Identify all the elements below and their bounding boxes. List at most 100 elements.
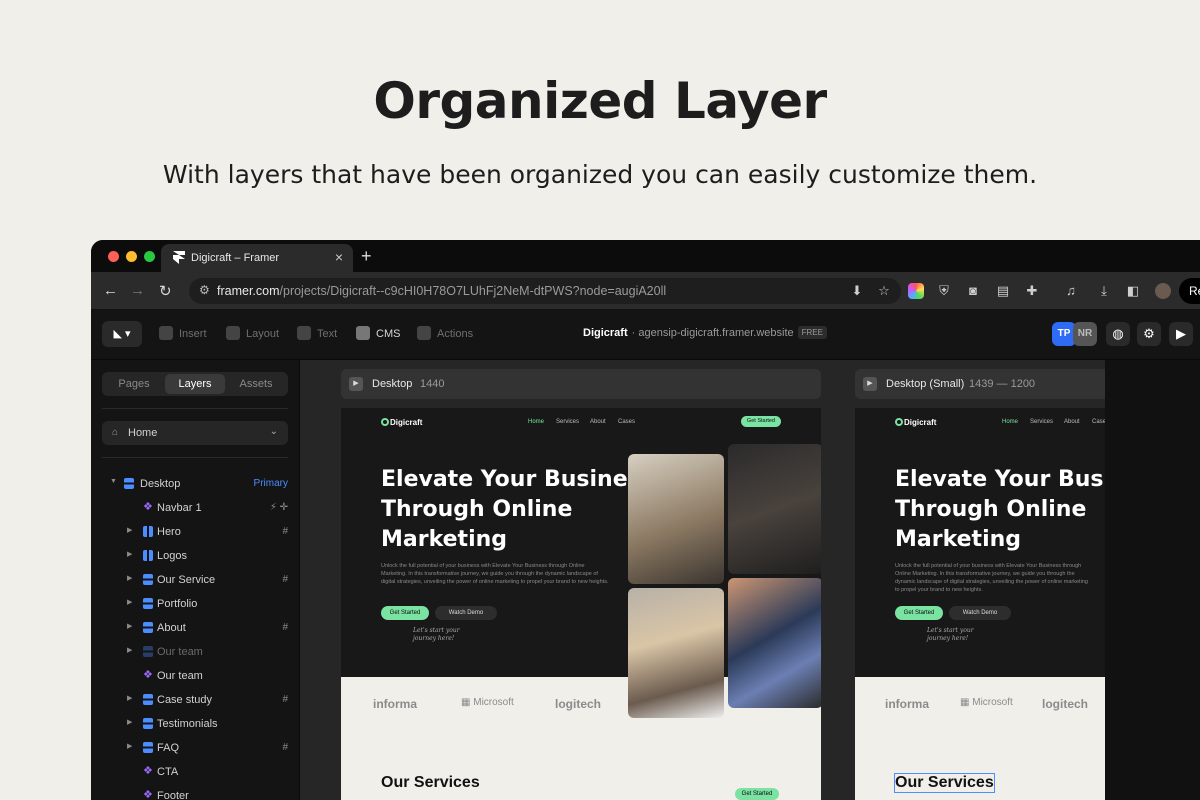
layer-our-team-hidden[interactable]: ▶ Our team (91, 641, 300, 663)
properties-panel (1105, 360, 1200, 800)
layer-navbar[interactable]: ❖ Navbar 1 ⚡ ✛ (91, 497, 300, 519)
layer-faq[interactable]: ▶ FAQ # (91, 737, 300, 759)
downloads-icon[interactable]: ⤓ (1096, 283, 1112, 299)
expand-arrow-icon[interactable]: ▶ (127, 646, 132, 654)
globe-icon[interactable]: ◍ (1106, 322, 1130, 346)
layer-about[interactable]: ▶ About # (91, 617, 300, 639)
color-picker-extension-icon[interactable] (908, 283, 924, 299)
site-watch-demo-button[interactable]: Watch Demo (949, 606, 1011, 620)
close-window-button[interactable] (108, 251, 119, 262)
site-nav-about[interactable]: About (1064, 419, 1080, 425)
site-handwritten-note: Let's start your journey here! (413, 627, 460, 642)
forward-arrow-icon[interactable]: → (130, 282, 145, 299)
install-app-icon[interactable]: ⬇ (849, 283, 865, 299)
brand-logo-microsoft: ▦ Microsoft (960, 697, 1013, 708)
frame-desktop-small[interactable]: Digicraft Home Services About Cases Elev… (855, 408, 1105, 800)
expand-arrow-icon[interactable]: ▶ (127, 598, 132, 606)
cms-button[interactable]: CMS (356, 326, 400, 340)
user-avatar-icon[interactable] (1155, 283, 1171, 299)
collaborator-avatar[interactable]: NR (1073, 322, 1097, 346)
site-nav-about[interactable]: About (590, 419, 606, 425)
frame-label-desktop[interactable]: ▶ Desktop 1440 (341, 369, 821, 399)
preview-play-icon[interactable]: ▶ (349, 377, 363, 391)
primary-breakpoint-badge: Primary (253, 478, 288, 489)
page-select[interactable]: ⌂ Home ⌄ (102, 421, 288, 445)
design-canvas[interactable]: ▶ Desktop 1440 ▶ Desktop (Small) 1439 — … (300, 360, 1115, 800)
new-tab-button[interactable]: + (361, 246, 372, 267)
site-watch-demo-button[interactable]: Watch Demo (435, 606, 497, 620)
site-nav-services[interactable]: Services (556, 419, 579, 425)
site-nav-home[interactable]: Home (528, 419, 544, 425)
tab-assets[interactable]: Assets (226, 374, 286, 394)
site-nav-home[interactable]: Home (1002, 419, 1018, 425)
layer-case-study[interactable]: ▶ Case study # (91, 689, 300, 711)
maximize-window-button[interactable] (144, 251, 155, 262)
settings-gear-icon[interactable]: ⚙ (1137, 322, 1161, 346)
profile-button[interactable]: Re (1179, 278, 1200, 304)
browser-tab[interactable]: Digicraft – Framer × (161, 244, 353, 272)
document-extension-icon[interactable]: ▤ (995, 283, 1011, 299)
expand-arrow-icon[interactable]: ▶ (127, 550, 132, 558)
layer-portfolio[interactable]: ▶ Portfolio (91, 593, 300, 615)
shield-extension-icon[interactable]: ⛨ (936, 283, 952, 299)
expand-arrow-icon[interactable]: ▶ (127, 526, 132, 534)
insert-button[interactable]: Insert (159, 326, 207, 340)
site-cta-button[interactable]: Get Started (381, 606, 429, 620)
layout-button[interactable]: Layout (226, 326, 279, 340)
minimize-window-button[interactable] (126, 251, 137, 262)
stack-icon (143, 622, 153, 633)
puzzle-extensions-icon[interactable]: ✚ (1024, 283, 1040, 299)
expand-arrow-icon[interactable]: ▶ (127, 574, 132, 582)
hash-icon: # (282, 574, 288, 585)
site-services-title: Our Services (381, 774, 480, 791)
close-tab-icon[interactable]: × (335, 249, 343, 265)
tab-layers[interactable]: Layers (165, 374, 225, 394)
framer-main-menu-button[interactable]: ◣ ▾ (102, 321, 142, 347)
expand-arrow-icon[interactable]: ▶ (127, 694, 132, 702)
divider (102, 457, 288, 458)
site-get-started-button[interactable]: Get Started (741, 416, 781, 427)
side-panel-icon[interactable]: ◧ (1125, 283, 1141, 299)
camera-extension-icon[interactable]: ◙ (965, 283, 981, 299)
layer-our-service[interactable]: ▶ Our Service # (91, 569, 300, 591)
expand-arrow-icon[interactable]: ▶ (127, 742, 132, 750)
layer-logos[interactable]: ▶ Logos (91, 545, 300, 567)
reload-icon[interactable]: ↻ (159, 282, 172, 300)
layer-cta[interactable]: ❖ CTA (91, 761, 300, 783)
expand-arrow-icon[interactable]: ▼ (110, 478, 117, 485)
site-services-button[interactable]: Get Started (735, 788, 779, 800)
text-button[interactable]: Text (297, 326, 337, 340)
layout-icon (226, 326, 240, 340)
layer-hero[interactable]: ▶ Hero # (91, 521, 300, 543)
frame-label-desktop-small[interactable]: ▶ Desktop (Small) 1439 — 1200 (855, 369, 1115, 399)
frame-desktop[interactable]: Digicraft Home Services About Cases Get … (341, 408, 821, 800)
site-hero-title: Elevate Your Business Through Online Mar… (381, 467, 654, 552)
media-control-icon[interactable]: ♫ (1063, 283, 1079, 299)
actions-button[interactable]: Actions (417, 326, 473, 340)
site-cta-button[interactable]: Get Started (895, 606, 943, 620)
project-title[interactable]: Digicraft · agensip-digicraft.framer.webs… (583, 326, 827, 339)
layer-footer[interactable]: ❖ Footer (91, 785, 300, 800)
site-logo: Digicraft (381, 418, 422, 427)
bookmark-star-icon[interactable]: ☆ (876, 283, 892, 299)
layer-our-team[interactable]: ❖ Our team (91, 665, 300, 687)
preview-play-icon[interactable]: ▶ (1169, 322, 1193, 346)
site-services-title-selected[interactable]: Our Services (894, 773, 995, 793)
layer-testimonials[interactable]: ▶ Testimonials (91, 713, 300, 735)
site-nav-cases[interactable]: Cases (1092, 419, 1105, 425)
address-bar[interactable]: ⚙ framer.com/projects/Digicraft--c9cHI0H… (189, 278, 901, 304)
tab-pages[interactable]: Pages (104, 374, 164, 394)
preview-play-icon[interactable]: ▶ (863, 377, 877, 391)
expand-arrow-icon[interactable]: ▶ (127, 622, 132, 630)
layers-panel: Pages Layers Assets ⌂ Home ⌄ ▼ Desktop P… (91, 360, 300, 800)
database-icon (356, 326, 370, 340)
back-arrow-icon[interactable]: ← (103, 282, 118, 299)
site-nav-services[interactable]: Services (1030, 419, 1053, 425)
layer-desktop[interactable]: ▼ Desktop Primary (91, 473, 300, 495)
component-icon: ❖ (143, 501, 153, 513)
site-nav-cases[interactable]: Cases (618, 419, 635, 425)
site-hero-text: Unlock the full potential of your busine… (381, 563, 609, 585)
brand-logo-informa: informa (373, 697, 418, 711)
expand-arrow-icon[interactable]: ▶ (127, 718, 132, 726)
site-settings-icon[interactable]: ⚙ (199, 283, 210, 297)
